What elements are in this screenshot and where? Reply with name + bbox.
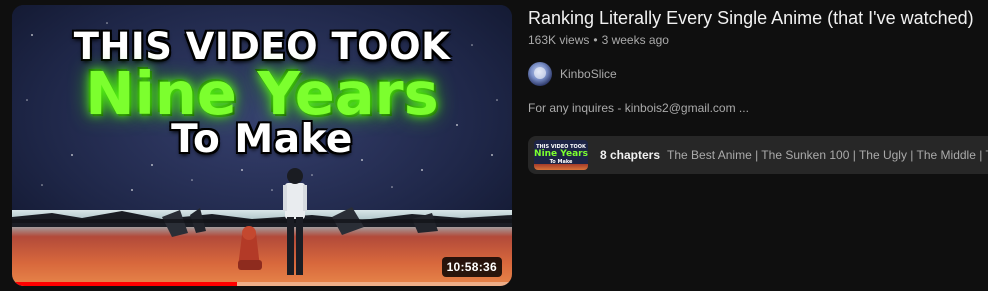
video-metadata: 163K views • 3 weeks ago <box>528 33 669 47</box>
duration-badge: 10:58:36 <box>441 257 502 277</box>
video-title-link[interactable]: Ranking Literally Every Single Anime (th… <box>528 8 974 29</box>
watch-progress-bar <box>12 282 237 286</box>
chapter-thumb-line2: Nine Years <box>534 149 588 159</box>
view-count: 163K views <box>528 33 590 47</box>
channel-link[interactable]: KinboSlice <box>528 60 617 88</box>
chapters-list: The Best Anime | The Sunken 100 | The Ug… <box>667 148 988 162</box>
channel-avatar[interactable] <box>528 62 552 86</box>
video-thumbnail[interactable]: THIS VIDEO TOOK Nine Years To Make 10:58… <box>12 5 512 286</box>
thumbnail-headline-bottom: To Make <box>171 117 353 162</box>
meta-separator: • <box>593 33 598 47</box>
video-description-snippet: For any inquires - kinbois2@gmail.com ..… <box>528 101 749 115</box>
chapters-count: 8 chapters <box>600 148 661 162</box>
chapter-thumbnail[interactable]: THIS VIDEO TOOK Nine Years To Make <box>534 140 588 170</box>
upload-age: 3 weeks ago <box>601 33 669 47</box>
watch-progress-track <box>12 282 512 286</box>
video-result: THIS VIDEO TOOK Nine Years To Make 10:58… <box>0 0 988 291</box>
chapter-thumb-band <box>534 164 588 170</box>
chapters-row[interactable]: THIS VIDEO TOOK Nine Years To Make 8 cha… <box>528 136 988 174</box>
channel-name[interactable]: KinboSlice <box>560 67 617 81</box>
